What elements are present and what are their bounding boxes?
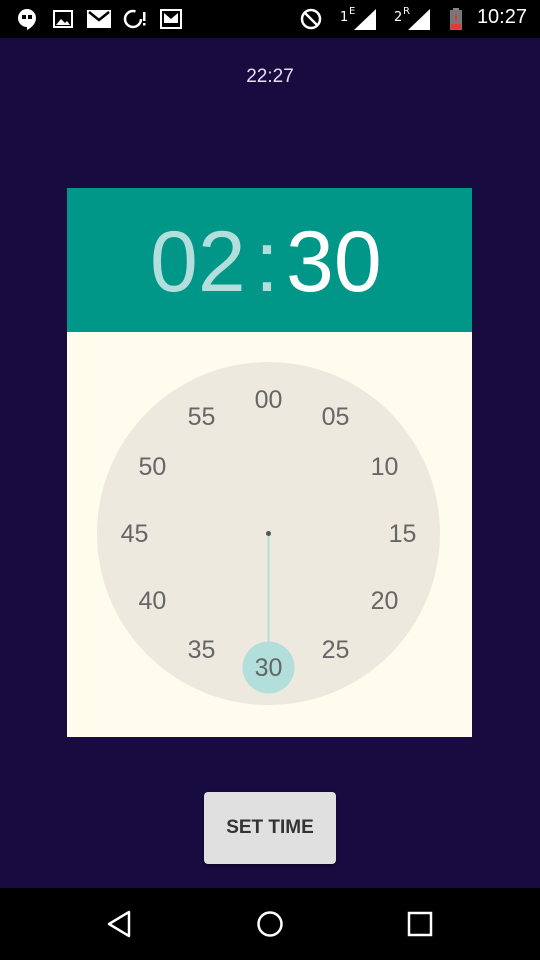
gmail-icon	[87, 8, 111, 30]
minute-option-15[interactable]: 15	[378, 519, 428, 549]
minutes-display[interactable]: 30	[286, 212, 382, 312]
recents-icon[interactable]	[402, 906, 438, 942]
current-time-label: 22:27	[246, 66, 294, 87]
navigation-bar	[0, 888, 540, 960]
time-picker-header: 02 : 30	[67, 188, 472, 332]
minute-option-30[interactable]: 30	[244, 653, 294, 683]
hangouts-icon	[16, 8, 38, 30]
image-icon	[52, 8, 74, 30]
minute-option-45[interactable]: 45	[110, 519, 160, 549]
minute-option-55[interactable]: 55	[177, 402, 227, 432]
signal-2-icon: 2 R	[394, 6, 430, 30]
do-not-disturb-icon	[300, 8, 322, 30]
status-bar: 1 E 2 R 10:27	[0, 0, 540, 38]
clock-center-dot	[266, 531, 271, 536]
sim2-label: 2	[394, 10, 403, 25]
inbox-icon	[160, 8, 182, 30]
signal-1-icon: 1 E	[340, 6, 376, 30]
minute-option-25[interactable]: 25	[311, 635, 361, 665]
battery-low-icon	[446, 8, 466, 30]
hours-display[interactable]: 02	[150, 212, 246, 312]
minute-option-10[interactable]: 10	[360, 452, 410, 482]
sim1-label: 1	[340, 10, 349, 25]
minute-option-20[interactable]: 20	[360, 586, 410, 616]
minute-clock-face[interactable]: 00 05 10 15 20 25 30 35 40 45 50 55	[97, 362, 440, 705]
time-picker: 02 : 30 00 05 10 15 20 25 30 35 40 45 50 55	[67, 188, 472, 737]
minute-option-05[interactable]: 05	[311, 402, 361, 432]
minute-option-35[interactable]: 35	[177, 635, 227, 665]
sync-alert-icon	[123, 8, 149, 30]
status-bar-clock: 10:27	[476, 6, 527, 28]
time-separator: :	[255, 214, 279, 310]
back-icon[interactable]	[101, 906, 137, 942]
minute-option-40[interactable]: 40	[127, 586, 177, 616]
minute-option-50[interactable]: 50	[127, 452, 177, 482]
minute-option-00[interactable]: 00	[244, 385, 294, 415]
set-time-button[interactable]: SET TIME	[204, 792, 336, 864]
home-icon[interactable]	[252, 906, 288, 942]
